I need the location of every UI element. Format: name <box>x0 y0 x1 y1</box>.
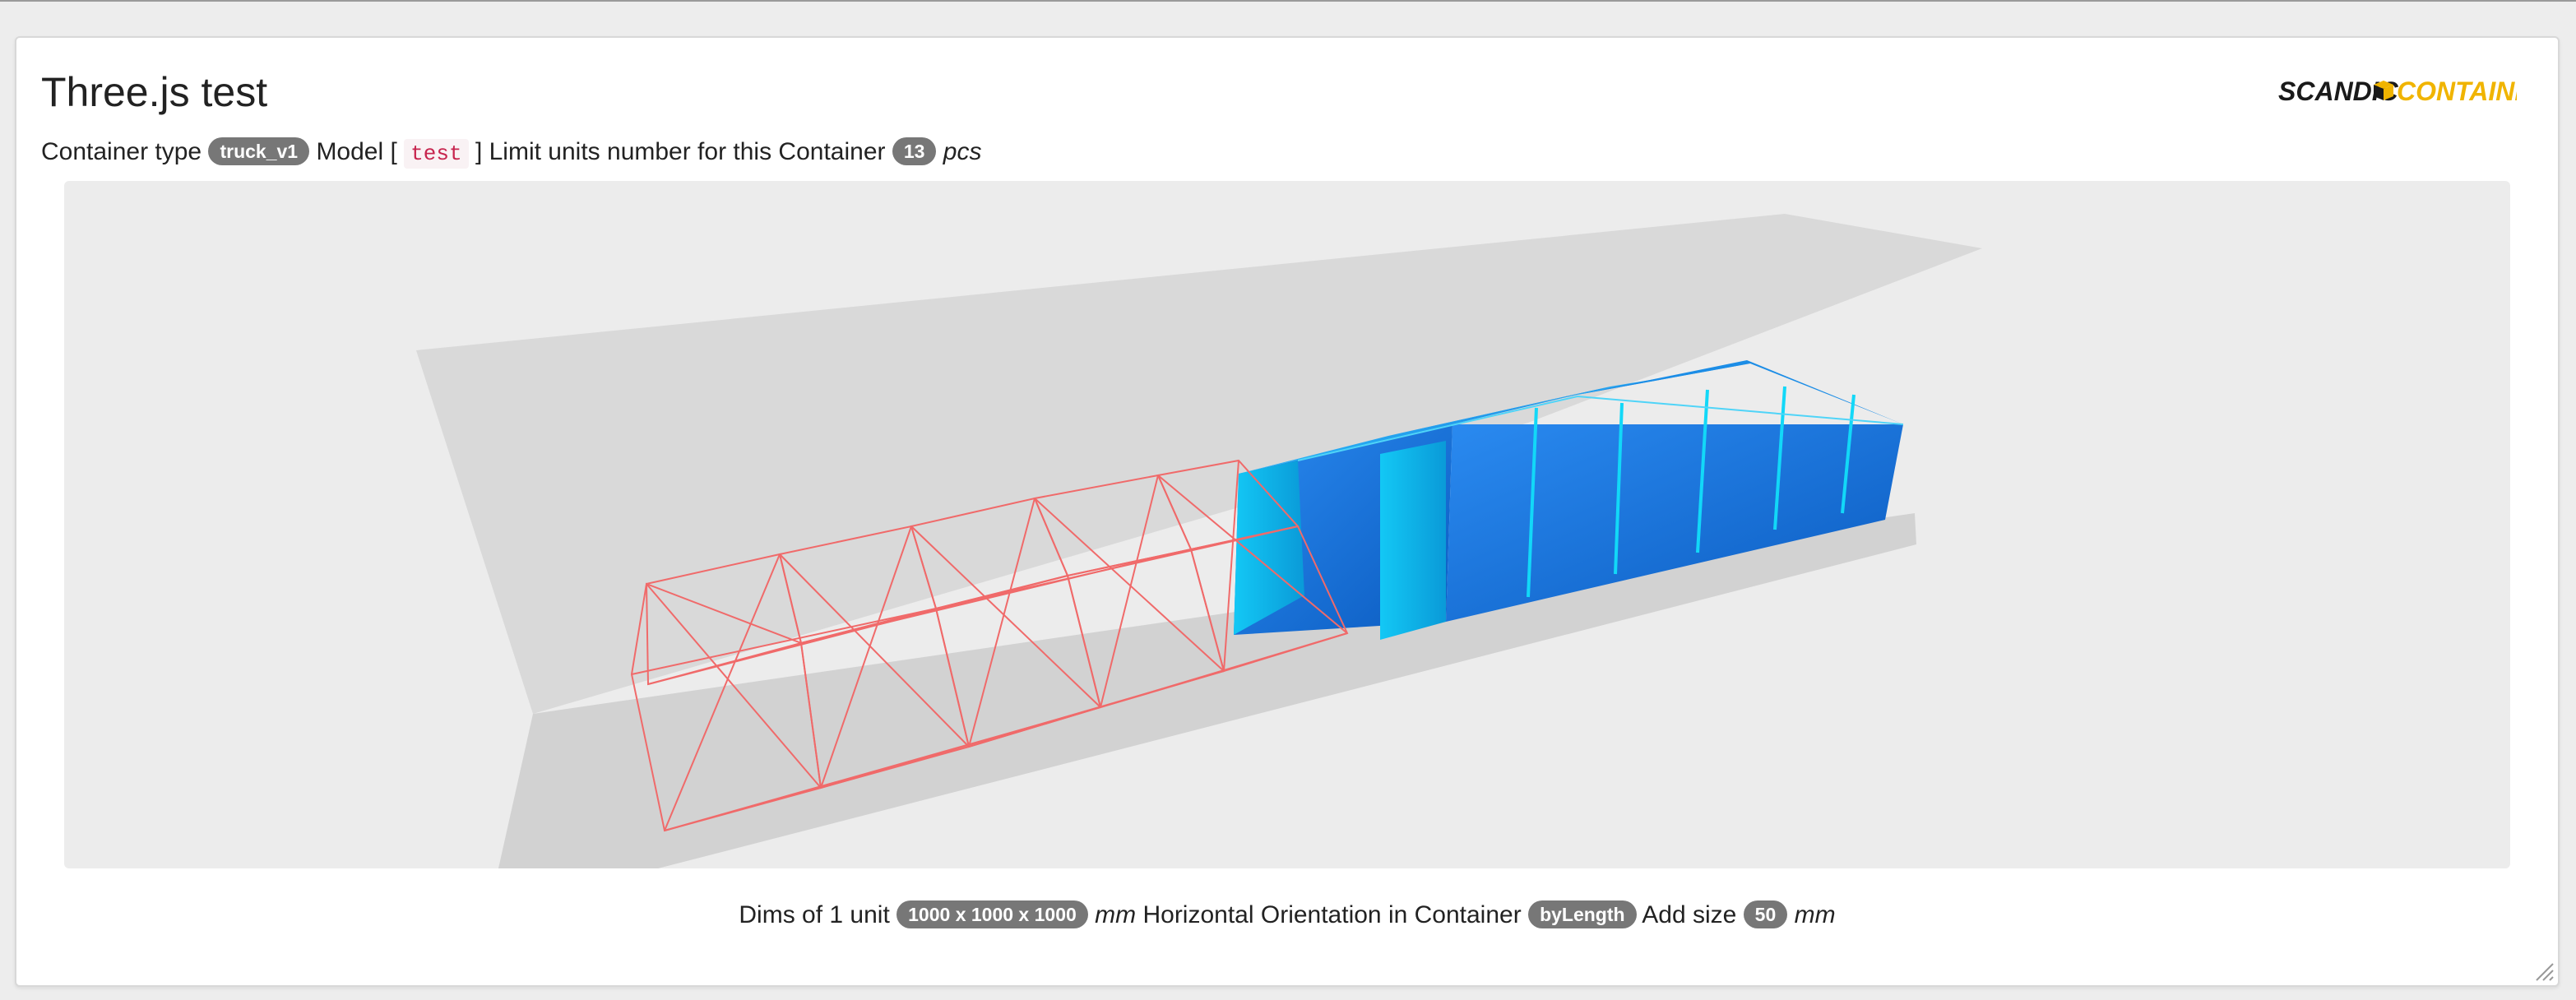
dims-unit: mm <box>1095 901 1137 928</box>
orientation-label: Horizontal Orientation in Container <box>1142 901 1522 928</box>
main-panel: Three.js test SCANDIC CONTAINER Containe… <box>15 36 2560 987</box>
resize-handle-icon[interactable] <box>2532 959 2555 982</box>
limit-label: Limit units number for this Container <box>489 138 886 165</box>
orientation-badge: byLength <box>1528 900 1637 928</box>
add-size-label: Add size <box>1642 901 1737 928</box>
top-rule <box>0 0 2576 2</box>
limit-badge: 13 <box>892 137 937 165</box>
model-label-open: Model [ <box>316 138 397 165</box>
limit-unit: pcs <box>943 138 982 165</box>
threejs-viewport[interactable] <box>64 181 2510 868</box>
unit-dimensions-info: Dims of 1 unit 1000 x 1000 x 1000 mm Hor… <box>16 895 2558 936</box>
dims-label: Dims of 1 unit <box>739 901 890 928</box>
box-icon <box>2374 81 2393 100</box>
container-info: Container type truck_v1 Model [ test ] L… <box>41 132 981 173</box>
brand-logo: SCANDIC CONTAINER <box>2278 76 2517 106</box>
add-size-badge: 50 <box>1743 900 1788 928</box>
model-label-close: ] <box>475 138 483 165</box>
container-scene[interactable] <box>64 181 2510 868</box>
page-title: Three.js test <box>41 69 268 115</box>
dims-badge: 1000 x 1000 x 1000 <box>897 900 1088 928</box>
container-type-badge: truck_v1 <box>208 137 310 165</box>
logo-text-container: CONTAINER <box>2397 76 2517 106</box>
add-size-unit: mm <box>1794 901 1836 928</box>
model-value: test <box>404 139 469 169</box>
container-type-label: Container type <box>41 138 202 165</box>
